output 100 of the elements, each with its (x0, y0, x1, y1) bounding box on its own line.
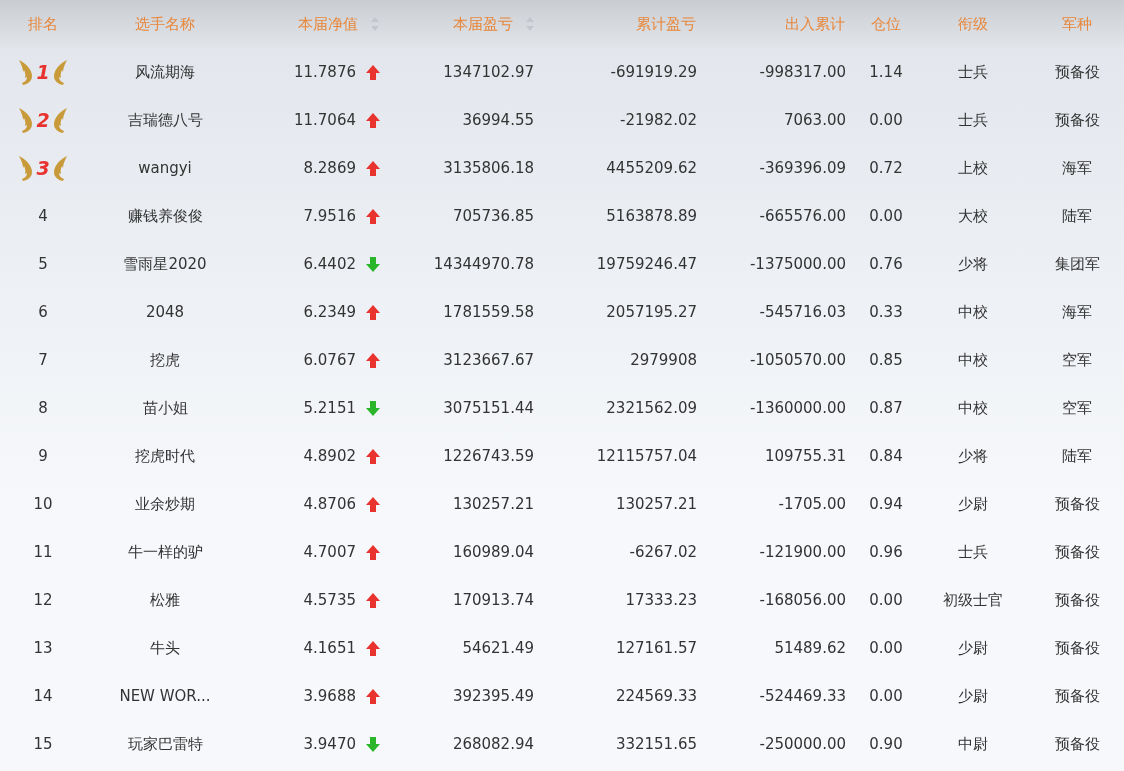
cumulative-profit-loss: 2057195.27 (606, 303, 697, 321)
position-ratio: 0.94 (869, 495, 903, 513)
net-value: 11.7064 (293, 111, 356, 129)
rank-number: 1 (36, 61, 50, 83)
player-name: 牛头 (150, 638, 180, 658)
rank-number: 3 (36, 157, 50, 179)
cumulative-profit-loss: 12115757.04 (596, 447, 697, 465)
rank-number: 8 (38, 399, 48, 417)
military-rank: 初级士官 (942, 590, 1003, 610)
position-ratio: 0.76 (869, 255, 903, 273)
position-ratio: 0.00 (869, 639, 903, 657)
cumulative-profit-loss: 5163878.89 (606, 207, 697, 225)
profit-loss: 36994.55 (462, 111, 534, 129)
position-ratio: 0.00 (869, 111, 903, 129)
cumulative-profit-loss: 127161.57 (615, 639, 697, 657)
cumulative-flow: -168056.00 (759, 591, 846, 609)
player-name: 牛一样的驴 (127, 542, 203, 562)
player-name: 松雅 (150, 590, 180, 610)
profit-loss: 1781559.58 (443, 303, 534, 321)
cumulative-flow: 51489.62 (774, 639, 846, 657)
cumulative-flow: -1360000.00 (749, 399, 846, 417)
wing-icon (17, 154, 34, 182)
position-ratio: 0.96 (869, 543, 903, 561)
military-rank: 大校 (957, 206, 988, 226)
rank-number: 6 (38, 303, 48, 321)
cumulative-flow: -1705.00 (778, 495, 846, 513)
cumulative-profit-loss: 130257.21 (615, 495, 697, 513)
cumulative-profit-loss: 332151.65 (615, 735, 697, 753)
profit-loss: 3123667.67 (443, 351, 534, 369)
cumulative-profit-loss: 2321562.09 (606, 399, 697, 417)
military-rank: 少将 (957, 254, 988, 274)
wing-icon (17, 58, 34, 86)
cumulative-profit-loss: -6267.02 (629, 543, 697, 561)
position-ratio: 0.87 (869, 399, 903, 417)
cumulative-profit-loss: 224569.33 (615, 687, 697, 705)
cumulative-profit-loss: 4455209.62 (606, 159, 697, 177)
column-header: 衔级 (957, 14, 988, 34)
column-header: 军种 (1062, 14, 1092, 34)
military-rank: 少尉 (957, 638, 988, 658)
military-rank: 士兵 (957, 542, 988, 562)
cumulative-flow: -998317.00 (759, 63, 846, 81)
cumulative-flow: -369396.09 (759, 159, 846, 177)
player-name: 苗小姐 (142, 398, 188, 418)
player-name: 业余炒期 (135, 494, 195, 514)
profit-loss: 392395.49 (452, 687, 534, 705)
rank-number: 14 (33, 687, 53, 705)
position-ratio: 0.72 (869, 159, 903, 177)
net-value: 4.8706 (303, 495, 356, 513)
position-ratio: 0.85 (869, 351, 903, 369)
cumulative-profit-loss: -691919.29 (610, 63, 697, 81)
service-branch: 预备役 (1054, 734, 1100, 754)
military-rank: 中校 (957, 398, 988, 418)
rank-number: 7 (38, 351, 48, 369)
player-name: 2048 (145, 303, 185, 321)
rank-number: 9 (38, 447, 48, 465)
profit-loss: 705736.85 (452, 207, 534, 225)
net-value: 6.4402 (303, 255, 356, 273)
rank-number: 11 (33, 543, 53, 561)
player-name: 赚钱养俊俊 (127, 206, 203, 226)
cumulative-profit-loss: 2979908 (630, 351, 697, 369)
rank-number: 13 (33, 639, 53, 657)
net-value: 5.2151 (303, 399, 356, 417)
service-branch: 陆军 (1062, 206, 1092, 226)
rank-number: 5 (38, 255, 48, 273)
position-ratio: 0.00 (869, 207, 903, 225)
military-rank: 中校 (957, 350, 988, 370)
column-header: 选手名称 (135, 14, 195, 34)
net-value: 6.2349 (303, 303, 356, 321)
column-header[interactable]: 本届盈亏 (453, 14, 513, 34)
player-name: 挖虎时代 (135, 446, 195, 466)
column-header: 排名 (28, 14, 58, 34)
cumulative-flow: -250000.00 (759, 735, 846, 753)
cumulative-profit-loss: 19759246.47 (596, 255, 697, 273)
cumulative-flow: -545716.03 (759, 303, 846, 321)
wing-icon (52, 106, 69, 134)
cumulative-flow: 7063.00 (783, 111, 846, 129)
position-ratio: 0.90 (869, 735, 903, 753)
player-name: 雪雨星2020 (123, 254, 207, 274)
rank-number: 4 (38, 207, 48, 225)
military-rank: 士兵 (957, 110, 988, 130)
profit-loss: 14344970.78 (433, 255, 534, 273)
net-value: 6.0767 (303, 351, 356, 369)
column-header[interactable]: 本届净值 (298, 14, 358, 34)
profit-loss: 54621.49 (462, 639, 534, 657)
service-branch: 预备役 (1054, 686, 1100, 706)
military-rank: 中校 (957, 302, 988, 322)
military-rank: 上校 (957, 158, 988, 178)
position-ratio: 0.84 (869, 447, 903, 465)
position-ratio: 0.00 (869, 687, 903, 705)
profit-loss: 1226743.59 (443, 447, 534, 465)
net-value: 4.5735 (303, 591, 356, 609)
wing-icon (52, 154, 69, 182)
profit-loss: 170913.74 (452, 591, 534, 609)
wing-icon (52, 58, 69, 86)
player-name: 玩家巴雷特 (127, 734, 203, 754)
cumulative-profit-loss: -21982.02 (620, 111, 697, 129)
service-branch: 陆军 (1062, 446, 1092, 466)
position-ratio: 1.14 (869, 63, 903, 81)
military-rank: 中尉 (957, 734, 988, 754)
cumulative-flow: -1050570.00 (749, 351, 846, 369)
